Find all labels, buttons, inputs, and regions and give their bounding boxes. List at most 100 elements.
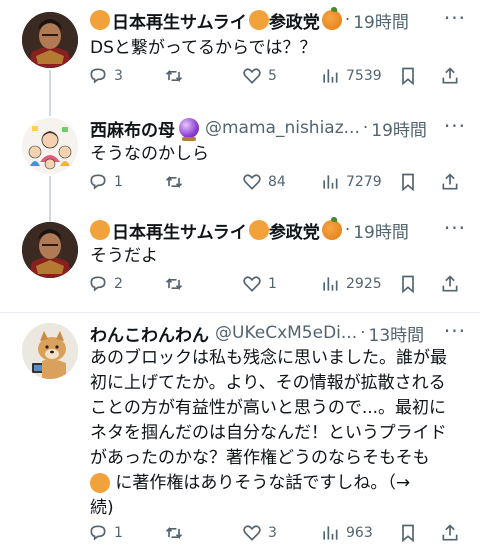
display-name[interactable]: 西麻布の母 — [90, 116, 175, 141]
separator-dot: · — [362, 118, 369, 138]
orange-circle-icon — [248, 220, 269, 240]
timestamp[interactable]: 13時間 — [369, 321, 425, 346]
like-count: 3 — [268, 525, 277, 541]
party-label[interactable]: 参政党 — [269, 218, 320, 243]
separator-dot: · — [344, 10, 351, 30]
tweet-actions: 3 5 7539 — [88, 66, 468, 90]
avatar[interactable] — [22, 222, 78, 278]
reply-button[interactable]: 2 — [88, 274, 123, 294]
like-button[interactable]: 84 — [242, 172, 286, 192]
reply-icon — [90, 276, 106, 292]
tweet-header: 日本再生サムライ 参政党 · 19時間 — [90, 6, 468, 34]
user-handle[interactable]: @UKeCxM5eDi... — [215, 323, 357, 343]
views-button[interactable]: 7279 — [320, 172, 382, 192]
bookmark-icon — [402, 173, 414, 192]
retweet-icon — [165, 175, 183, 189]
tweet-actions: 1 3 963 — [88, 523, 468, 547]
display-name[interactable]: 日本再生サムライ — [112, 8, 247, 33]
like-icon — [243, 174, 261, 190]
display-name[interactable]: わんこわんわん — [90, 321, 209, 346]
share-button[interactable] — [440, 172, 460, 192]
display-name[interactable]: 日本再生サムライ — [112, 218, 247, 243]
tweet-text-line: があったのかな？著作権どうのならそもそも — [90, 448, 430, 468]
bookmark-icon — [402, 524, 414, 543]
bookmark-button[interactable] — [398, 66, 418, 86]
views-count: 963 — [346, 525, 373, 541]
retweet-button[interactable] — [164, 523, 184, 543]
orange-circle-icon — [248, 10, 269, 30]
party-label[interactable]: 参政党 — [269, 8, 320, 33]
avatar[interactable] — [22, 118, 78, 174]
reply-count: 2 — [114, 276, 123, 292]
retweet-icon — [165, 69, 183, 83]
reply-icon — [90, 174, 106, 190]
like-count: 1 — [268, 276, 277, 292]
views-count: 7539 — [346, 68, 382, 84]
tweet-item[interactable]: 日本再生サムライ 参政党 · 19時間 ··· そうだよ 2 1 2925 — [0, 216, 480, 314]
share-button[interactable] — [440, 523, 460, 543]
user-handle[interactable]: @mama_nishiaz... — [205, 118, 360, 138]
retweet-button[interactable] — [164, 172, 184, 192]
more-options-icon[interactable]: ··· — [444, 319, 466, 343]
bookmark-button[interactable] — [398, 274, 418, 294]
timestamp[interactable]: 19時間 — [353, 8, 409, 33]
tweet-text-line: 続) — [90, 498, 114, 518]
views-count: 7279 — [346, 174, 382, 190]
more-options-icon[interactable]: ··· — [444, 114, 466, 138]
views-button[interactable]: 2925 — [320, 274, 382, 294]
views-icon — [323, 175, 338, 189]
retweet-button[interactable] — [164, 274, 184, 294]
retweet-icon — [165, 526, 183, 540]
tweet-header: わんこわんわん @UKeCxM5eDi... · 13時間 — [90, 319, 468, 347]
reply-icon — [90, 525, 106, 541]
timestamp[interactable]: 19時間 — [371, 116, 427, 141]
tweet-item[interactable]: 日本再生サムライ 参政党 · 19時間 ··· DSと繋がってるからでは？？ 3… — [0, 0, 480, 110]
like-button[interactable]: 3 — [242, 523, 277, 543]
reply-count: 1 — [114, 525, 123, 541]
tweet-actions: 1 84 7279 — [88, 172, 468, 196]
tweet-text-line: に著作権はありそうな話ですしね。（→ — [115, 473, 411, 493]
tweet-text-line: あのブロックは私も残念に思いました。誰が最 — [90, 348, 447, 368]
views-button[interactable]: 7539 — [320, 66, 382, 86]
tweet-text: そうだよ — [90, 246, 158, 266]
share-icon — [442, 173, 458, 190]
share-icon — [442, 275, 458, 292]
views-icon — [323, 277, 338, 291]
views-count: 2925 — [346, 276, 382, 292]
timestamp[interactable]: 19時間 — [353, 218, 409, 243]
tweet-text: DSと繋がってるからでは？？ — [90, 38, 317, 58]
reply-button[interactable]: 3 — [88, 66, 123, 86]
bookmark-button[interactable] — [398, 523, 418, 543]
bookmark-button[interactable] — [398, 172, 418, 192]
retweet-button[interactable] — [164, 66, 184, 86]
reply-count: 3 — [114, 68, 123, 84]
more-options-icon[interactable]: ··· — [444, 6, 466, 30]
share-button[interactable] — [440, 66, 460, 86]
tweet-text-line: ネタを掴んだのは自分なんだ！というプライド — [90, 423, 447, 443]
avatar[interactable] — [22, 12, 78, 68]
views-button[interactable]: 963 — [320, 523, 373, 543]
reply-button[interactable]: 1 — [88, 523, 123, 543]
orange-circle-icon — [90, 10, 110, 30]
tweet-text: あのブロックは私も残念に思いました。誰が最 初に上げてたか。より、その情報が拡散… — [90, 346, 464, 521]
reply-icon — [90, 68, 106, 84]
tweet-text-line: ことの方が有益性が高いと思うので...。最初に — [90, 398, 447, 418]
tweet-text: そうなのかしら — [90, 144, 209, 164]
tweet-header: 西麻布の母 @mama_nishiaz... · 19時間 — [90, 114, 468, 142]
tweet-item[interactable]: わんこわんわん @UKeCxM5eDi... · 13時間 ··· あのブロック… — [0, 313, 480, 559]
tweet-text-line-wrapper: に著作権はありそうな話ですしね。（→ — [90, 471, 464, 496]
share-button[interactable] — [440, 274, 460, 294]
tweet-header: 日本再生サムライ 参政党 · 19時間 — [90, 216, 468, 244]
bookmark-icon — [402, 67, 414, 86]
reply-button[interactable]: 1 — [88, 172, 123, 192]
tweet-text-line: 初に上げてたか。より、その情報が拡散される — [90, 373, 446, 393]
tangerine-icon — [321, 217, 342, 240]
orange-circle-icon — [90, 220, 110, 240]
more-options-icon[interactable]: ··· — [444, 216, 466, 240]
tweet-item[interactable]: 西麻布の母 @mama_nishiaz... · 19時間 ··· そうなのかし… — [0, 110, 480, 218]
like-button[interactable]: 5 — [242, 66, 277, 86]
avatar[interactable] — [22, 323, 78, 379]
separator-dot: · — [344, 220, 351, 240]
crystal-ball-icon — [179, 118, 199, 141]
like-button[interactable]: 1 — [242, 274, 277, 294]
